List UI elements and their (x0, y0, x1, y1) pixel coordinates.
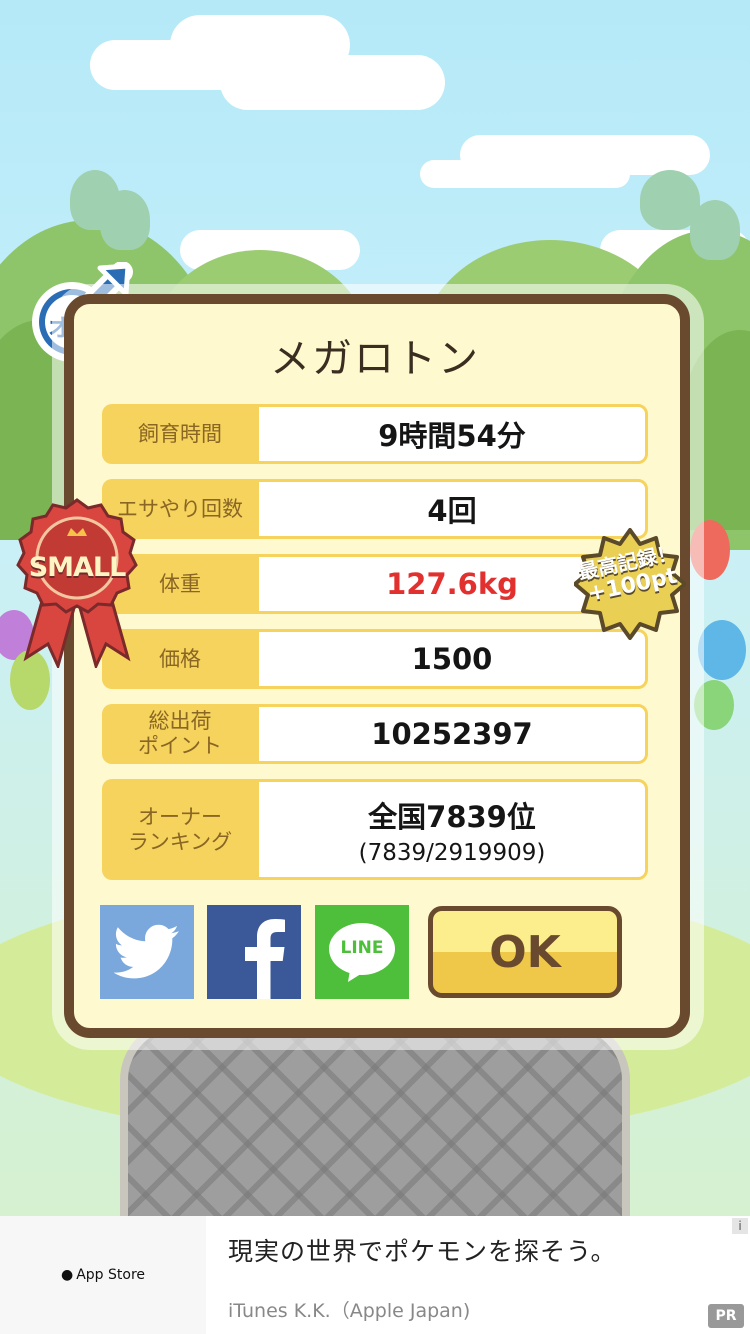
stat-label: 総出荷 ポイント (102, 704, 258, 764)
stat-label-line1: オーナー (138, 804, 222, 829)
twitter-bird-icon (114, 924, 179, 979)
size-ribbon-label: SMALL (28, 552, 127, 583)
facebook-f-icon (245, 919, 285, 999)
stat-row-feed-count: エサやり回数 4回 (102, 479, 648, 539)
stat-value: 全国7839位 (7839/2919909) (256, 779, 648, 880)
ad-store-label: App Store (76, 1267, 146, 1283)
apple-logo-icon: ● (60, 1267, 74, 1283)
ad-info-icon[interactable]: i (732, 1218, 748, 1234)
tree (100, 190, 150, 250)
ranking-value: 全国7839位 (368, 799, 536, 834)
stat-row-care-time: 飼育時間 9時間54分 (102, 404, 648, 464)
stat-label: 飼育時間 (102, 404, 258, 464)
ad-store-badge[interactable]: ● App Store (0, 1216, 206, 1334)
stat-label-line1: 総出荷 (148, 709, 212, 733)
stat-label-line2: ポイント (138, 734, 222, 758)
line-label: LINE (340, 938, 384, 958)
ad-pr-badge: PR (708, 1304, 744, 1328)
twitter-share-button[interactable] (100, 905, 194, 999)
stat-row-price: 価格 1500 (102, 629, 648, 689)
balloon (698, 620, 746, 680)
line-share-button[interactable]: LINE (315, 905, 409, 999)
stat-value: 10252397 (256, 704, 648, 764)
stat-row-shipping-points: 総出荷 ポイント 10252397 (102, 704, 648, 764)
ad-publisher: iTunes K.K.（Apple Japan) (228, 1300, 471, 1322)
facebook-share-button[interactable] (207, 905, 301, 999)
ranking-detail: (7839/2919909) (358, 839, 546, 866)
tree (690, 200, 740, 260)
stat-value: 9時間54分 (256, 404, 648, 464)
cloud (220, 55, 445, 110)
ad-title[interactable]: 現実の世界でポケモンを探そう。 (228, 1232, 617, 1268)
cloud (420, 160, 630, 188)
stat-row-owner-ranking: オーナー ランキング 全国7839位 (7839/2919909) (102, 779, 648, 880)
stat-row-weight: 体重 127.6kg (102, 554, 648, 614)
stat-label-line2: ランキング (127, 829, 233, 854)
stat-label: オーナー ランキング (102, 779, 258, 880)
ok-button[interactable]: OK (428, 906, 622, 998)
size-ribbon-icon (12, 498, 142, 671)
pet-name-title: メガロトン (270, 336, 480, 382)
